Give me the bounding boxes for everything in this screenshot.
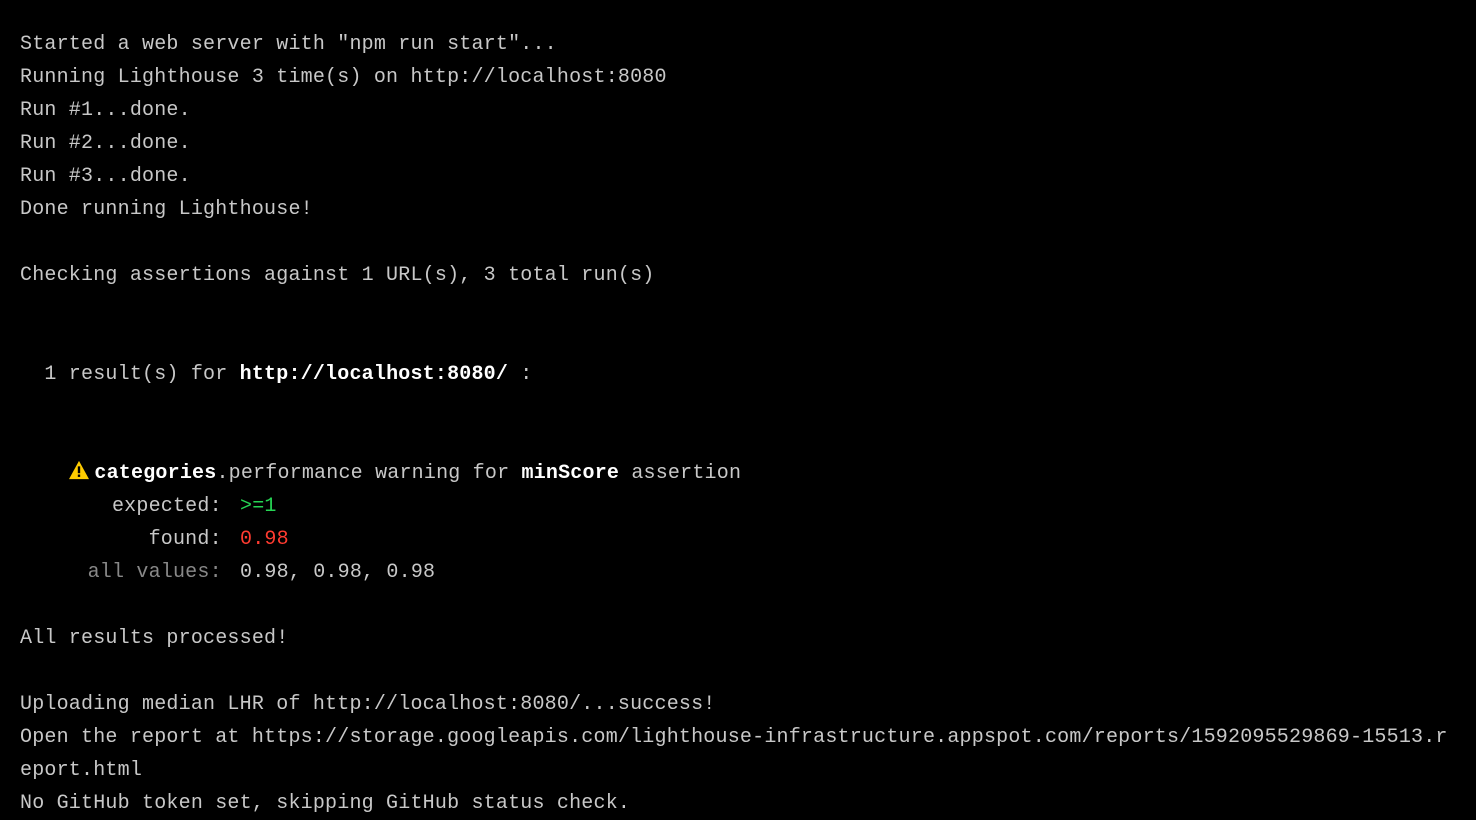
allvalues-label: all values: xyxy=(20,556,240,589)
assertion-minscore: minScore xyxy=(522,462,620,485)
blank-line xyxy=(20,589,1456,622)
log-line-uploading: Uploading median LHR of http://localhost… xyxy=(20,688,1456,721)
warning-icon xyxy=(68,457,90,490)
assertion-performance: .performance warning for xyxy=(216,462,521,485)
log-line-run2: Run #2...done. xyxy=(20,127,1456,160)
log-line-open-report: Open the report at https://storage.googl… xyxy=(20,721,1456,787)
result-suffix: : xyxy=(508,363,532,386)
expected-value: >=1 xyxy=(240,490,277,523)
assertion-allvalues-line: all values: 0.98, 0.98, 0.98 xyxy=(20,556,1456,589)
found-label: found: xyxy=(20,523,240,556)
assertion-categories: categories xyxy=(94,462,216,485)
blank-line xyxy=(20,655,1456,688)
log-line-no-github: No GitHub token set, skipping GitHub sta… xyxy=(20,787,1456,820)
assertion-suffix: assertion xyxy=(619,462,741,485)
log-line-start: Started a web server with "npm run start… xyxy=(20,28,1456,61)
log-line-run3: Run #3...done. xyxy=(20,160,1456,193)
log-line-running: Running Lighthouse 3 time(s) on http://l… xyxy=(20,61,1456,94)
assertion-expected-line: expected: >=1 xyxy=(20,490,1456,523)
log-line-done: Done running Lighthouse! xyxy=(20,193,1456,226)
blank-line xyxy=(20,226,1456,259)
expected-label: expected: xyxy=(20,490,240,523)
result-url: http://localhost:8080/ xyxy=(240,363,508,386)
result-count-text: 1 result(s) for xyxy=(44,363,239,386)
assertion-warning-line: categories.performance warning for minSc… xyxy=(20,424,1456,490)
assertion-found-line: found: 0.98 xyxy=(20,523,1456,556)
blank-line xyxy=(20,391,1456,424)
all-values: 0.98, 0.98, 0.98 xyxy=(240,556,435,589)
found-value: 0.98 xyxy=(240,523,289,556)
blank-line xyxy=(20,292,1456,325)
log-line-run1: Run #1...done. xyxy=(20,94,1456,127)
log-line-checking: Checking assertions against 1 URL(s), 3 … xyxy=(20,259,1456,292)
log-line-processed: All results processed! xyxy=(20,622,1456,655)
log-line-result-header: 1 result(s) for http://localhost:8080/ : xyxy=(20,325,1456,391)
